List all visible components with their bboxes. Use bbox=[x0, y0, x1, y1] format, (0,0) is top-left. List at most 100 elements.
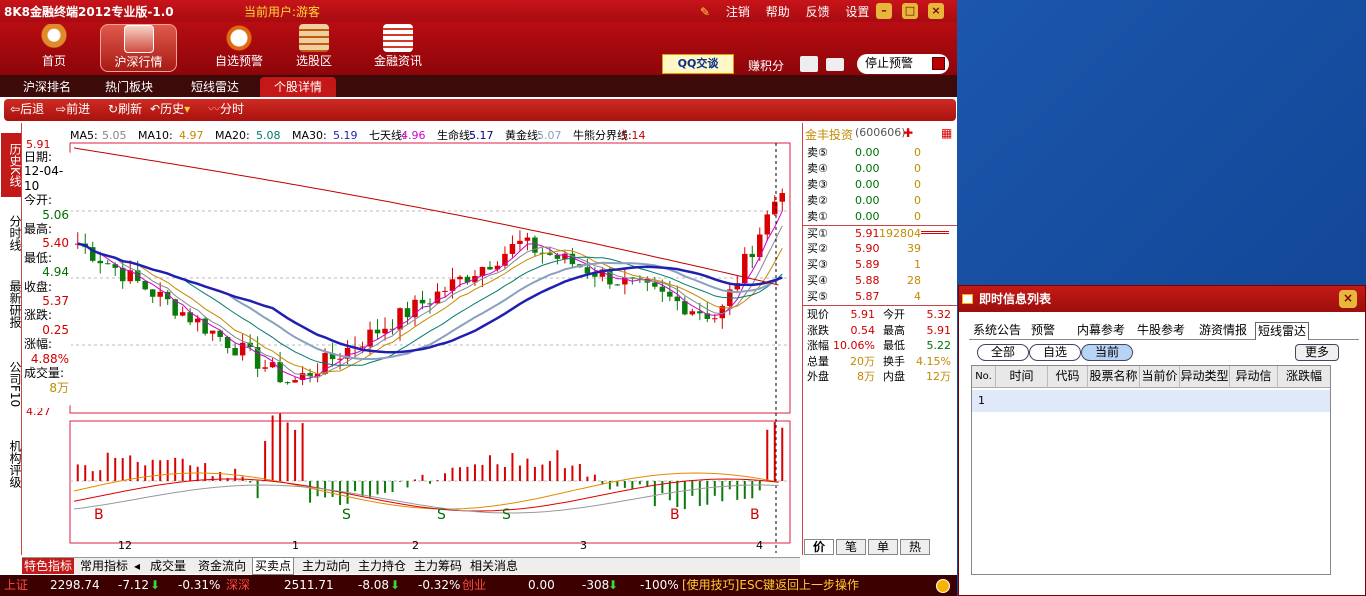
table-header: No. 时间 代码 股票名称 当前价 异动类型 异动信息 涨跌幅 bbox=[972, 366, 1330, 404]
kline-chart-svg[interactable]: MA5: 5.05 MA10: 4.97 MA20: 5.08 MA30: 5.19 七天线:4… bbox=[22, 123, 800, 555]
filter-watchlist-button[interactable]: 自选 bbox=[1029, 344, 1081, 361]
bid-row[interactable]: 买⑤ 5.87 4 bbox=[807, 289, 957, 304]
tab-common-indicator[interactable]: 常用指标 bbox=[78, 558, 130, 574]
ask-row[interactable]: 卖② 0.00 0 bbox=[807, 193, 957, 208]
col-price[interactable]: 当前价 bbox=[1140, 366, 1180, 388]
minimize-icon[interactable]: – bbox=[876, 3, 892, 19]
bid-row[interactable]: 买② 5.90 39 bbox=[807, 241, 957, 256]
side-tab-rating[interactable]: 机构评级 bbox=[1, 429, 22, 499]
quote-tab-orders[interactable]: 单 bbox=[868, 539, 898, 555]
side-tab-research[interactable]: 最新研报 bbox=[1, 269, 22, 339]
bid-row[interactable]: 买④ 5.88 28 bbox=[807, 273, 957, 288]
house-small-icon[interactable] bbox=[800, 56, 818, 72]
stat-value: 10.06% bbox=[833, 339, 875, 353]
col-code[interactable]: 代码 bbox=[1048, 366, 1088, 388]
keyboard-icon[interactable] bbox=[826, 58, 844, 71]
candle-body bbox=[157, 291, 163, 297]
side-tab-kline[interactable]: 历史K线 bbox=[1, 133, 22, 197]
side-tab-f10[interactable]: 公司F10 bbox=[1, 349, 22, 419]
toolbar-home-button[interactable]: 首页 bbox=[28, 24, 80, 72]
order-price: 0.00 bbox=[855, 177, 880, 191]
intraday-button[interactable]: 〰分时 bbox=[208, 99, 244, 120]
bs-marker: B bbox=[670, 507, 680, 523]
tab-main-force-move[interactable]: 主力动向 bbox=[300, 558, 352, 574]
popup-tab-announce[interactable]: 系统公告 bbox=[971, 322, 1023, 340]
tab-ranking[interactable]: 沪深排名 bbox=[14, 77, 80, 97]
order-volume: 0 bbox=[914, 177, 921, 191]
filter-current-button[interactable]: 当前 bbox=[1081, 344, 1133, 361]
col-time[interactable]: 时间 bbox=[996, 366, 1048, 388]
qq-chat-button[interactable]: QQ交谈 bbox=[662, 54, 734, 74]
ask-row[interactable]: 卖⑤ 0.00 0 bbox=[807, 145, 957, 160]
tab-short-radar[interactable]: 短线雷达 bbox=[180, 77, 250, 97]
maximize-icon[interactable]: □ bbox=[902, 3, 918, 19]
quote-tab-ticks[interactable]: 笔 bbox=[836, 539, 866, 555]
popup-tab-hot-money[interactable]: 游资情报 bbox=[1197, 322, 1249, 340]
back-button[interactable]: ⇦后退 bbox=[10, 99, 44, 120]
menu-logout[interactable]: 注销 bbox=[726, 5, 750, 19]
toolbar-watchlist-alert-button[interactable]: 自选预警 bbox=[206, 24, 272, 72]
menu-feedback[interactable]: 反馈 bbox=[806, 5, 830, 19]
toolbar-market-button[interactable]: 沪深行情 bbox=[100, 24, 177, 72]
candle-body bbox=[652, 282, 658, 287]
quote-tab-hot[interactable]: 热 bbox=[900, 539, 930, 555]
popup-tab-bull-ref[interactable]: 牛股参考 bbox=[1135, 322, 1187, 340]
side-tab-intraday[interactable]: 分时线 bbox=[1, 207, 22, 259]
candle-body bbox=[779, 193, 785, 202]
table-row[interactable]: 1 bbox=[972, 390, 1330, 412]
menu-settings[interactable]: 设置 bbox=[845, 5, 869, 19]
buy-pressure-bar bbox=[921, 231, 949, 234]
col-pct[interactable]: 涨跌幅 bbox=[1278, 366, 1330, 388]
indicator-line-1 bbox=[73, 472, 779, 510]
candle-body bbox=[764, 214, 771, 235]
pen-icon: ✎ bbox=[700, 5, 711, 19]
export-icon[interactable]: ▦ bbox=[941, 126, 952, 140]
tab-stock-detail[interactable]: 个股详情 bbox=[260, 77, 336, 97]
stat-value: 8万 bbox=[857, 370, 875, 384]
popup-close-icon[interactable]: × bbox=[1339, 290, 1357, 308]
tab-volume[interactable]: 成交量 bbox=[148, 558, 188, 574]
add-watch-icon[interactable]: ✚ bbox=[903, 126, 913, 140]
kline-chart[interactable]: MA5: 5.05 MA10: 4.97 MA20: 5.08 MA30: 5.19 七天线: 4… bbox=[22, 123, 800, 555]
quote-tab-price[interactable]: 价 bbox=[804, 539, 834, 555]
info-label-change: 涨跌: bbox=[24, 308, 53, 323]
status-indicator-icon[interactable] bbox=[936, 579, 950, 593]
tab-main-force-chips[interactable]: 主力筹码 bbox=[412, 558, 464, 574]
col-no[interactable]: No. bbox=[972, 366, 996, 388]
stop-alert-toggle[interactable]: 停止预警 bbox=[857, 54, 949, 74]
ask-row[interactable]: 卖③ 0.00 0 bbox=[807, 177, 957, 192]
info-value-low: 4.94 bbox=[42, 265, 69, 280]
sz-index-change: -8.08 bbox=[358, 578, 390, 592]
order-label: 卖④ bbox=[807, 161, 828, 175]
earn-points-link[interactable]: 赚积分 bbox=[748, 57, 784, 74]
quote-stat-row: 外盘 8万 内盘 12万 bbox=[807, 369, 957, 384]
scroll-left-icon[interactable]: ◂ bbox=[132, 558, 142, 574]
tab-related-news[interactable]: 相关消息 bbox=[468, 558, 520, 574]
ma-legend-label: MA20: bbox=[215, 129, 250, 142]
ma-legend-value: 5.08 bbox=[256, 129, 281, 142]
popup-tab-insider[interactable]: 内幕参考 bbox=[1075, 322, 1127, 340]
close-icon[interactable]: × bbox=[928, 3, 944, 19]
toolbar-news-button[interactable]: 金融资讯 bbox=[370, 24, 426, 72]
tab-main-force-hold[interactable]: 主力持仓 bbox=[356, 558, 408, 574]
popup-tab-alert[interactable]: 预警 bbox=[1029, 322, 1057, 340]
more-button[interactable]: 更多 bbox=[1295, 344, 1339, 361]
refresh-button[interactable]: ↻刷新 bbox=[108, 99, 142, 120]
ask-row[interactable]: 卖① 0.00 0 bbox=[807, 209, 957, 224]
tab-hot-sectors[interactable]: 热门板块 bbox=[96, 77, 162, 97]
instant-info-popup: 即时信息列表 × 系统公告 预警 内幕参考 牛股参考 游资情报 短线雷达 全部 … bbox=[958, 285, 1366, 596]
tab-special-indicator[interactable]: 特色指标 bbox=[22, 558, 75, 574]
bid-row[interactable]: 买③ 5.89 1 bbox=[807, 257, 957, 272]
tab-money-flow[interactable]: 资金流向 bbox=[196, 558, 248, 574]
history-button[interactable]: ↶历史▾ bbox=[150, 99, 190, 120]
col-move-info[interactable]: 异动信息 bbox=[1230, 366, 1278, 404]
toolbar-stock-picker-button[interactable]: 选股区 bbox=[290, 24, 338, 72]
menu-help[interactable]: 帮助 bbox=[766, 5, 790, 19]
forward-button[interactable]: ⇨前进 bbox=[56, 99, 90, 120]
col-stock-name[interactable]: 股票名称 bbox=[1088, 366, 1140, 388]
filter-all-button[interactable]: 全部 bbox=[977, 344, 1029, 361]
ask-row[interactable]: 卖④ 0.00 0 bbox=[807, 161, 957, 176]
col-move-type[interactable]: 异动类型 bbox=[1180, 366, 1230, 388]
tab-buy-sell-points[interactable]: 买卖点 bbox=[252, 557, 295, 575]
popup-tab-short-radar[interactable]: 短线雷达 bbox=[1255, 322, 1310, 340]
